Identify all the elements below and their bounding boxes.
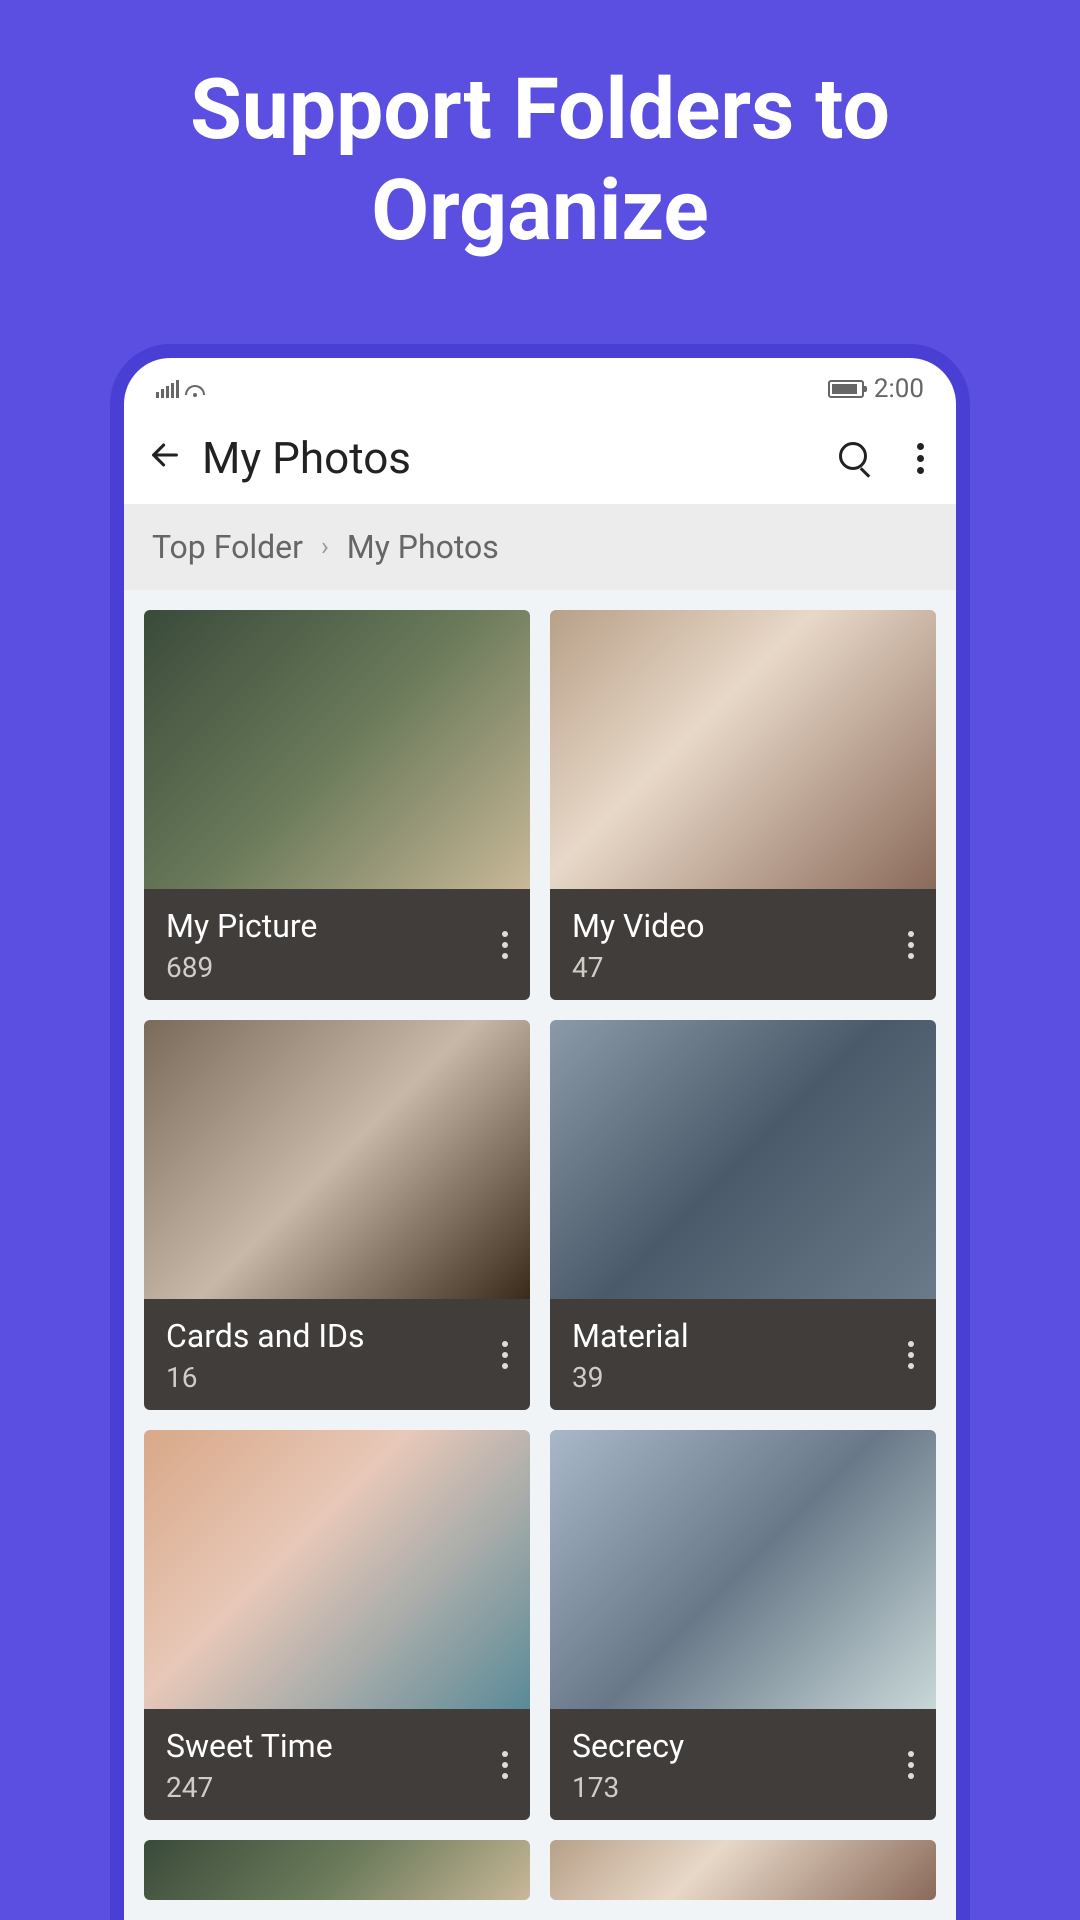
folder-name: My Picture (166, 907, 508, 945)
folder-thumbnail (550, 610, 936, 889)
battery-icon (828, 380, 864, 398)
folder-card[interactable] (550, 1840, 936, 1900)
phone-frame: 2:00 My Photos Top Folder › My Photos My… (110, 344, 970, 1920)
folder-count: 47 (572, 951, 914, 984)
search-button[interactable] (837, 440, 873, 476)
folder-card[interactable]: My Picture 689 (144, 610, 530, 1000)
folder-menu-button[interactable] (902, 925, 920, 965)
folder-thumbnail (550, 1020, 936, 1299)
folder-count: 16 (166, 1361, 508, 1394)
folder-name: Material (572, 1317, 914, 1355)
folder-count: 247 (166, 1771, 508, 1804)
arrow-left-icon (148, 438, 182, 472)
folder-name: My Video (572, 907, 914, 945)
more-menu-button[interactable] (909, 439, 932, 478)
folder-thumbnail (144, 610, 530, 889)
folder-name: Secrecy (572, 1727, 914, 1765)
chevron-right-icon: › (321, 532, 329, 562)
folder-menu-button[interactable] (496, 1745, 514, 1785)
folder-thumbnail (144, 1430, 530, 1709)
folder-card[interactable]: My Video 47 (550, 610, 936, 1000)
wifi-icon (185, 381, 205, 397)
breadcrumb-parent[interactable]: Top Folder (152, 528, 303, 566)
folder-thumbnail (550, 1430, 936, 1709)
folder-count: 689 (166, 951, 508, 984)
folder-menu-button[interactable] (496, 925, 514, 965)
folder-card[interactable]: Sweet Time 247 (144, 1430, 530, 1820)
folder-grid: My Picture 689 My Video 47 Cards and IDs… (124, 590, 956, 1920)
page-title: My Photos (202, 432, 817, 484)
signal-icon (156, 380, 179, 398)
status-time: 2:00 (874, 374, 924, 404)
folder-count: 39 (572, 1361, 914, 1394)
promo-headline: Support Folders to Organize (0, 0, 1080, 312)
folder-name: Sweet Time (166, 1727, 508, 1765)
folder-card[interactable]: Material 39 (550, 1020, 936, 1410)
folder-menu-button[interactable] (496, 1335, 514, 1375)
folder-thumbnail (144, 1020, 530, 1299)
folder-card[interactable] (144, 1840, 530, 1900)
folder-card[interactable]: Secrecy 173 (550, 1430, 936, 1820)
breadcrumb: Top Folder › My Photos (124, 504, 956, 590)
folder-name: Cards and IDs (166, 1317, 508, 1355)
folder-count: 173 (572, 1771, 914, 1804)
status-bar: 2:00 (124, 358, 956, 412)
folder-thumbnail (144, 1840, 530, 1900)
folder-menu-button[interactable] (902, 1745, 920, 1785)
app-bar: My Photos (124, 412, 956, 504)
folder-thumbnail (550, 1840, 936, 1900)
back-button[interactable] (148, 438, 182, 479)
folder-menu-button[interactable] (902, 1335, 920, 1375)
folder-card[interactable]: Cards and IDs 16 (144, 1020, 530, 1410)
breadcrumb-current: My Photos (347, 528, 499, 566)
